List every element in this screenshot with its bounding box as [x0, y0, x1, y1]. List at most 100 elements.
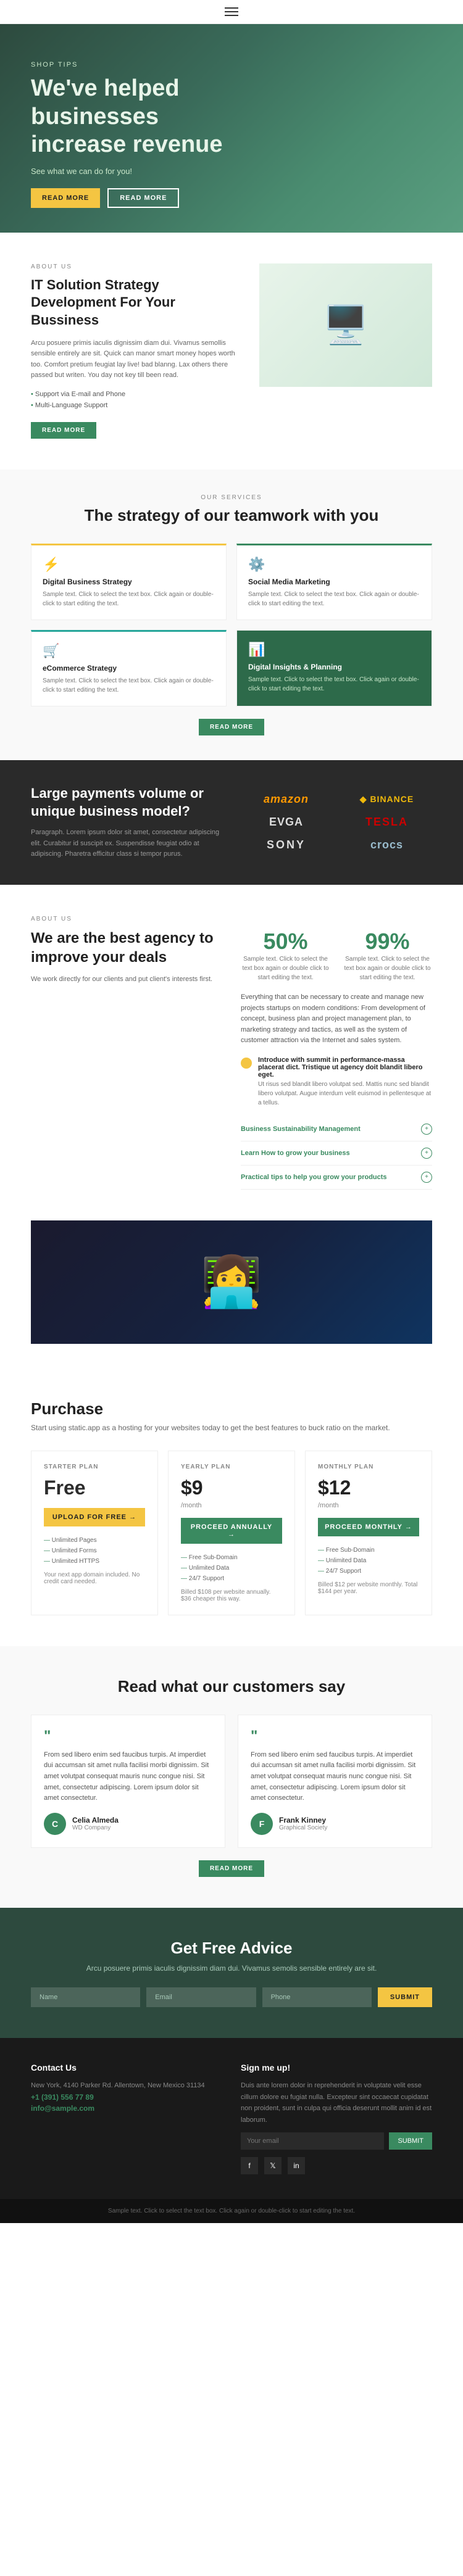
hero-read-more-btn[interactable]: READ MORE	[31, 188, 100, 208]
services-btn-wrap: READ MORE	[31, 719, 432, 735]
hero-buttons: READ MORE READ MORE	[31, 188, 179, 208]
accordion-arrow-3[interactable]: +	[421, 1172, 432, 1183]
agency-image-box: 👩‍💻	[31, 1220, 432, 1344]
hamburger-menu[interactable]	[225, 7, 238, 16]
pricing-label-yearly: Yearly Plan	[181, 1464, 282, 1470]
pricing-note-monthly: Billed $12 per website monthly. Total $1…	[318, 1581, 419, 1595]
pricing-per-yearly: /month	[181, 1502, 282, 1509]
footer-submit-btn[interactable]: SUBMIT	[389, 2132, 432, 2150]
accordion-arrow-2[interactable]: +	[421, 1148, 432, 1159]
pricing-grid: Starter Plan Free Upload for Free → Unli…	[31, 1451, 432, 1615]
pricing-card-yearly: Yearly Plan $9 /month Proceed Annually →…	[168, 1451, 295, 1615]
author-name-1: Celia Almeda	[72, 1816, 119, 1824]
accordion-title-3: Practical tips to help you grow your pro…	[241, 1174, 387, 1181]
hero-subheading: See what we can do for you!	[31, 167, 132, 176]
instagram-icon[interactable]: in	[288, 2157, 305, 2174]
pricing-per-monthly: /month	[318, 1502, 419, 1509]
accordion-item-2[interactable]: Learn How to grow your business +	[241, 1141, 432, 1166]
pricing-note-free: Your next app domain included. No credit…	[44, 1572, 145, 1585]
monitor-icon: 🖥️	[323, 303, 369, 347]
about-read-more-btn[interactable]: READ MORE	[31, 422, 96, 439]
agency-right: 50% Sample text. Click to select the tex…	[241, 929, 432, 1190]
hero-read-more-btn-2[interactable]: READ MORE	[107, 188, 179, 208]
author-info-1: Celia Almeda WD Company	[72, 1816, 119, 1831]
footer-email-input[interactable]	[241, 2132, 384, 2150]
testimonials-btn-wrap: READ MORE	[31, 1860, 432, 1877]
service-title-digital: Digital Business Strategy	[43, 578, 215, 586]
pricing-price-monthly: $12	[318, 1476, 419, 1499]
testimonial-card-2: " From sed libero enim sed faucibus turp…	[238, 1715, 432, 1848]
partners-paragraph: Paragraph. Lorem ipsum dolor sit amet, c…	[31, 827, 222, 860]
about-list-item-2: Multi-Language Support	[31, 400, 241, 411]
accordion-item-3[interactable]: Practical tips to help you grow your pro…	[241, 1166, 432, 1190]
stat-number-2: 99%	[343, 929, 432, 955]
hero-label: SHOP TIPS	[31, 61, 78, 68]
advice-section: Get Free Advice Arcu posuere primis iacu…	[0, 1908, 463, 2038]
service-desc-insights: Sample text. Click to select the text bo…	[248, 675, 420, 694]
quote-mark-1: "	[44, 1728, 212, 1745]
pricing-note-yearly: Billed $108 per website annually. $36 ch…	[181, 1589, 282, 1602]
stats-row: 50% Sample text. Click to select the tex…	[241, 929, 432, 982]
pricing-price-free: Free	[44, 1476, 145, 1499]
agency-paragraph: We work directly for our clients and put…	[31, 974, 222, 985]
testimonials-read-more-btn[interactable]: READ MORE	[199, 1860, 264, 1877]
accordion-title-2: Learn How to grow your business	[241, 1149, 350, 1157]
hamburger-line-2	[225, 11, 238, 12]
service-card-social-media: ⚙️ Social Media Marketing Sample text. C…	[236, 544, 432, 620]
pricing-btn-monthly[interactable]: Proceed Monthly →	[318, 1518, 419, 1536]
pricing-btn-yearly[interactable]: Proceed Annually →	[181, 1518, 282, 1544]
facebook-icon[interactable]: f	[241, 2157, 258, 2174]
service-icon-social: ⚙️	[248, 557, 420, 573]
advice-name-input[interactable]	[31, 1987, 140, 2007]
partners-section: Large payments volume or unique business…	[0, 760, 463, 885]
author-company-1: WD Company	[72, 1824, 119, 1831]
partner-logo-sony: SONY	[241, 839, 332, 851]
pricing-feature-yearly-2: Unlimited Data	[181, 1563, 282, 1573]
footer-contact-col: Contact Us New York, 4140 Parker Rd. All…	[31, 2063, 222, 2174]
footer-contact-heading: Contact Us	[31, 2063, 222, 2073]
purchase-heading: Purchase	[31, 1399, 432, 1418]
services-label: OUR SERVICES	[31, 494, 432, 501]
pricing-label-monthly: Monthly Plan	[318, 1464, 419, 1470]
accordion-item-1[interactable]: Business Sustainability Management +	[241, 1117, 432, 1141]
testimonial-card-1: " From sed libero enim sed faucibus turp…	[31, 1715, 225, 1848]
hamburger-line-1	[225, 7, 238, 9]
advice-phone-input[interactable]	[262, 1987, 372, 2007]
author-company-2: Graphical Society	[279, 1824, 327, 1831]
pricing-btn-free[interactable]: Upload for Free →	[44, 1508, 145, 1526]
service-card-digital-insights: 📊 Digital Insights & Planning Sample tex…	[236, 630, 432, 706]
footer-newsletter-col: Sign me up! Duis ante lorem dolor in rep…	[241, 2063, 432, 2174]
about-text: ABOUT US IT Solution Strategy Developmen…	[31, 263, 241, 439]
partner-logo-amazon: amazon	[241, 793, 332, 806]
purchase-section: Purchase Start using static.app as a hos…	[0, 1369, 463, 1646]
advice-submit-btn[interactable]: SUBMIT	[378, 1987, 432, 2007]
testimonials-grid: " From sed libero enim sed faucibus turp…	[31, 1715, 432, 1848]
footer-newsletter-heading: Sign me up!	[241, 2063, 432, 2073]
testimonial-text-1: From sed libero enim sed faucibus turpis…	[44, 1750, 212, 1804]
service-card-digital-business: ⚡ Digital Business Strategy Sample text.…	[31, 544, 227, 620]
services-read-more-btn[interactable]: READ MORE	[199, 719, 264, 735]
pricing-card-monthly: Monthly Plan $12 /month Proceed Monthly …	[305, 1451, 432, 1615]
avatar-2: F	[251, 1813, 273, 1835]
pricing-feature-free-2: Unlimited Forms	[44, 1546, 145, 1556]
testimonial-author-1: C Celia Almeda WD Company	[44, 1813, 212, 1835]
footer-columns: Contact Us New York, 4140 Parker Rd. All…	[0, 2038, 463, 2199]
about-image: 🖥️	[259, 263, 432, 387]
about-section: ABOUT US IT Solution Strategy Developmen…	[0, 233, 463, 470]
accordion-arrow-1[interactable]: +	[421, 1124, 432, 1135]
author-name-2: Frank Kinney	[279, 1816, 327, 1824]
pricing-feature-free-3: Unlimited HTTPS	[44, 1556, 145, 1567]
stat-label-2: Sample text. Click to select the text bo…	[343, 955, 432, 982]
footer-email[interactable]: info@sample.com	[31, 2104, 94, 2113]
service-desc-social: Sample text. Click to select the text bo…	[248, 590, 420, 608]
about-list-item-1: Support via E-mail and Phone	[31, 389, 241, 400]
agency-content: We are the best agency to improve your d…	[31, 929, 432, 1190]
stat-label-1: Sample text. Click to select the text bo…	[241, 955, 330, 982]
partner-logo-tesla: TESLA	[341, 816, 432, 829]
about-label: ABOUT US	[31, 263, 241, 270]
advice-email-input[interactable]	[146, 1987, 256, 2007]
services-grid: ⚡ Digital Business Strategy Sample text.…	[31, 544, 432, 706]
twitter-icon[interactable]: 𝕏	[264, 2157, 282, 2174]
footer-phone[interactable]: +1 (391) 556 77 89	[31, 2093, 94, 2102]
milestone-text: Introduce with summit in performance-mas…	[258, 1056, 432, 1108]
